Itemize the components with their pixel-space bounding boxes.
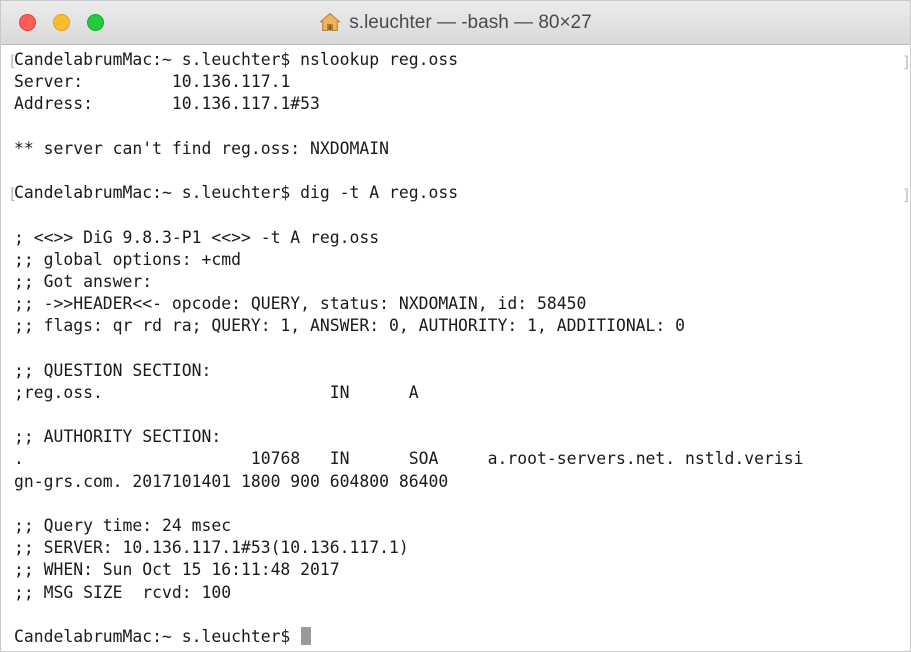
- terminal-output[interactable]: [CandelabrumMac:~ s.leuchter$ nslookup r…: [1, 45, 911, 651]
- line-text: ;; WHEN: Sun Oct 15 16:11:48 2017: [14, 560, 340, 580]
- line-text: Address: 10.136.117.1#53: [14, 94, 320, 114]
- output-line: ; <<>> DiG 9.8.3-P1 <<>> -t A reg.oss: [14, 227, 910, 249]
- terminal-window: s.leuchter — -bash — 80×27 [CandelabrumM…: [0, 0, 911, 652]
- line-text: Server: 10.136.117.1: [14, 72, 291, 92]
- output-line: ;; Got answer:: [14, 271, 910, 293]
- output-line: ;; flags: qr rd ra; QUERY: 1, ANSWER: 0,…: [14, 315, 910, 337]
- line-text: ;; SERVER: 10.136.117.1#53(10.136.117.1): [14, 538, 409, 558]
- window-title: s.leuchter — -bash — 80×27: [349, 12, 592, 33]
- title-bar[interactable]: s.leuchter — -bash — 80×27: [1, 1, 910, 45]
- line-text: ; <<>> DiG 9.8.3-P1 <<>> -t A reg.oss: [14, 227, 380, 247]
- output-line: ** server can't find reg.oss: NXDOMAIN: [14, 138, 910, 160]
- line-text: ** server can't find reg.oss: NXDOMAIN: [14, 138, 389, 158]
- line-text: . 10768 IN SOA a.root-servers.net. nstld…: [14, 449, 804, 469]
- prompt-line: [CandelabrumMac:~ s.leuchter$ dig -t A r…: [8, 182, 911, 205]
- output-line: ;; Query time: 24 msec: [14, 515, 910, 537]
- command-mark-left: [: [8, 185, 18, 204]
- output-line: ;; WHEN: Sun Oct 15 16:11:48 2017: [14, 559, 910, 581]
- current-prompt-line: CandelabrumMac:~ s.leuchter$: [14, 626, 910, 648]
- prompt-line: [CandelabrumMac:~ s.leuchter$ nslookup r…: [8, 49, 911, 71]
- line-text: ;; ->>HEADER<<- opcode: QUERY, status: N…: [14, 294, 587, 314]
- line-text: ;; MSG SIZE rcvd: 100: [14, 582, 232, 602]
- line-text: CandelabrumMac:~ s.leuchter$ nslookup re…: [14, 50, 459, 69]
- text-cursor: [301, 626, 312, 645]
- line-text: ;; AUTHORITY SECTION:: [14, 427, 222, 447]
- line-text: ;; Got answer:: [14, 271, 153, 291]
- window-title-area: s.leuchter — -bash — 80×27: [1, 1, 910, 45]
- command-mark-left: [: [8, 52, 18, 70]
- output-line: Server: 10.136.117.1: [14, 71, 910, 93]
- output-line: ;reg.oss. IN A: [14, 382, 910, 404]
- command-mark-right: ]: [902, 53, 911, 71]
- command-mark-right: ]: [902, 186, 911, 205]
- line-text: ;; global options: +cmd: [14, 249, 241, 269]
- line-text: ;; Query time: 24 msec: [14, 515, 232, 535]
- line-text: ;; flags: qr rd ra; QUERY: 1, ANSWER: 0,…: [14, 316, 686, 336]
- output-line: . 10768 IN SOA a.root-servers.net. nstld…: [14, 448, 910, 470]
- line-text: CandelabrumMac:~ s.leuchter$ dig -t A re…: [14, 183, 459, 203]
- output-line: gn-grs.com. 2017101401 1800 900 604800 8…: [14, 471, 910, 493]
- line-text: ;reg.oss. IN A: [14, 382, 419, 402]
- output-line: ;; ->>HEADER<<- opcode: QUERY, status: N…: [14, 293, 910, 315]
- output-line: Address: 10.136.117.1#53: [14, 93, 910, 115]
- output-line: ;; SERVER: 10.136.117.1#53(10.136.117.1): [14, 537, 910, 559]
- line-text: gn-grs.com. 2017101401 1800 900 604800 8…: [14, 471, 449, 491]
- output-line: ;; MSG SIZE rcvd: 100: [14, 582, 910, 604]
- home-icon: [319, 12, 342, 32]
- output-line: ;; QUESTION SECTION:: [14, 360, 910, 382]
- line-text: CandelabrumMac:~ s.leuchter$: [14, 626, 301, 646]
- line-text: ;; QUESTION SECTION:: [14, 360, 212, 380]
- output-line: ;; global options: +cmd: [14, 249, 910, 271]
- output-line: ;; AUTHORITY SECTION:: [14, 426, 910, 448]
